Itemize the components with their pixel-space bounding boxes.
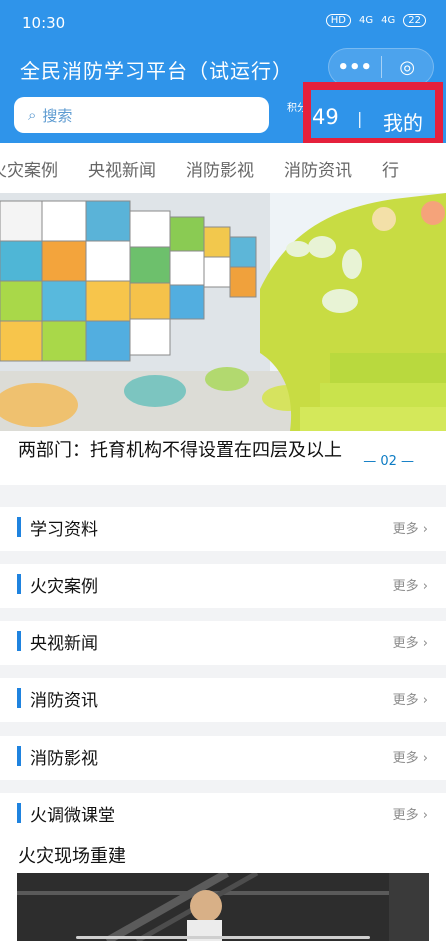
section-accent-bar xyxy=(17,688,21,708)
section-accent-bar xyxy=(17,574,21,594)
section-accent-bar xyxy=(17,803,21,823)
top-header: 10:30 HD 4G 4G 22 全民消防学习平台（试运行） ••• ◎ ⌕ … xyxy=(0,0,446,146)
more-link[interactable]: 更多 › xyxy=(393,689,428,708)
status-time: 10:30 xyxy=(22,14,66,32)
search-box[interactable]: ⌕ 搜索 xyxy=(14,97,269,133)
section-fire-cases[interactable]: 火灾案例 更多 › xyxy=(0,564,446,608)
signal-icon-2: 4G xyxy=(381,15,396,26)
tab-more[interactable]: 行 xyxy=(382,156,399,181)
more-link[interactable]: 更多 › xyxy=(393,575,428,594)
tab-fire-info[interactable]: 消防资讯 xyxy=(284,156,352,181)
more-icon[interactable]: ••• xyxy=(329,57,381,78)
section-fire-info[interactable]: 消防资讯 更多 › xyxy=(0,678,446,722)
section-accent-bar xyxy=(17,746,21,766)
signal-icon-1: 4G xyxy=(359,15,374,26)
home-indicator xyxy=(76,936,370,939)
section-title: 消防影视 xyxy=(30,749,98,769)
section-cctv-news[interactable]: 央视新闻 更多 › xyxy=(0,621,446,665)
section-title: 央视新闻 xyxy=(30,634,98,654)
banner-page-indicator: — 02 — xyxy=(363,454,414,469)
miniapp-capsule[interactable]: ••• ◎ xyxy=(328,48,434,86)
battery-icon: 22 xyxy=(403,14,426,27)
section-accent-bar xyxy=(17,517,21,537)
article-title[interactable]: 火灾现场重建 xyxy=(18,842,126,868)
section-title: 火调微课堂 xyxy=(30,806,115,826)
category-tabs: 火灾案例 央视新闻 消防影视 消防资讯 行 xyxy=(0,143,446,193)
section-fire-movies[interactable]: 消防影视 更多 › xyxy=(0,736,446,780)
banner-headline[interactable]: 两部门：托育机构不得设置在四层及以上 xyxy=(18,440,358,462)
article-thumbnail[interactable] xyxy=(17,873,429,941)
tab-fire-cases[interactable]: 火灾案例 xyxy=(0,156,58,181)
section-title: 消防资讯 xyxy=(30,691,98,711)
more-link[interactable]: 更多 › xyxy=(393,518,428,537)
scan-icon[interactable]: ◎ xyxy=(382,57,434,78)
more-link[interactable]: 更多 › xyxy=(393,747,428,766)
highlight-frame xyxy=(303,82,443,146)
status-icons: HD 4G 4G 22 xyxy=(325,14,426,27)
tab-cctv-news[interactable]: 央视新闻 xyxy=(88,156,156,181)
hd-badge: HD xyxy=(325,14,352,27)
page-title: 全民消防学习平台（试运行） xyxy=(20,59,293,83)
section-title: 学习资料 xyxy=(30,520,98,540)
more-link[interactable]: 更多 › xyxy=(393,804,428,823)
search-icon: ⌕ xyxy=(28,106,37,124)
tab-fire-movies[interactable]: 消防影视 xyxy=(186,156,254,181)
section-title: 火灾案例 xyxy=(30,577,98,597)
section-study-materials[interactable]: 学习资料 更多 › xyxy=(0,507,446,551)
section-accent-bar xyxy=(17,631,21,651)
search-placeholder: 搜索 xyxy=(42,106,73,125)
banner-image[interactable] xyxy=(0,193,446,431)
more-link[interactable]: 更多 › xyxy=(393,632,428,651)
